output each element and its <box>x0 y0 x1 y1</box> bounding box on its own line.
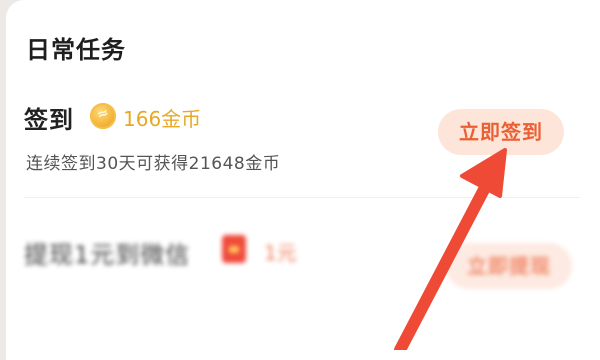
task-row-withdraw: 提现1元到微信 1元 立即提现 <box>6 215 600 350</box>
task-reward: 166金币 <box>123 107 202 131</box>
section-title: 日常任务 <box>26 36 126 64</box>
daily-tasks-card: 日常任务 签到 ≈ 166金币 连续签到30天可获得21648金币 立即签到 提… <box>6 0 600 360</box>
task-description: 连续签到30天可获得21648金币 <box>26 154 281 174</box>
withdraw-button[interactable]: 立即提现 <box>446 243 572 289</box>
task-name: 签到 <box>24 106 74 134</box>
task-reward: 1元 <box>264 241 297 265</box>
divider <box>24 197 580 198</box>
red-envelope-icon <box>222 235 246 263</box>
task-row-sign-in: 签到 ≈ 166金币 连续签到30天可获得21648金币 立即签到 <box>6 95 600 195</box>
coin-icon: ≈ <box>90 103 116 129</box>
sign-in-button[interactable]: 立即签到 <box>438 109 564 155</box>
task-name: 提现1元到微信 <box>24 241 191 269</box>
